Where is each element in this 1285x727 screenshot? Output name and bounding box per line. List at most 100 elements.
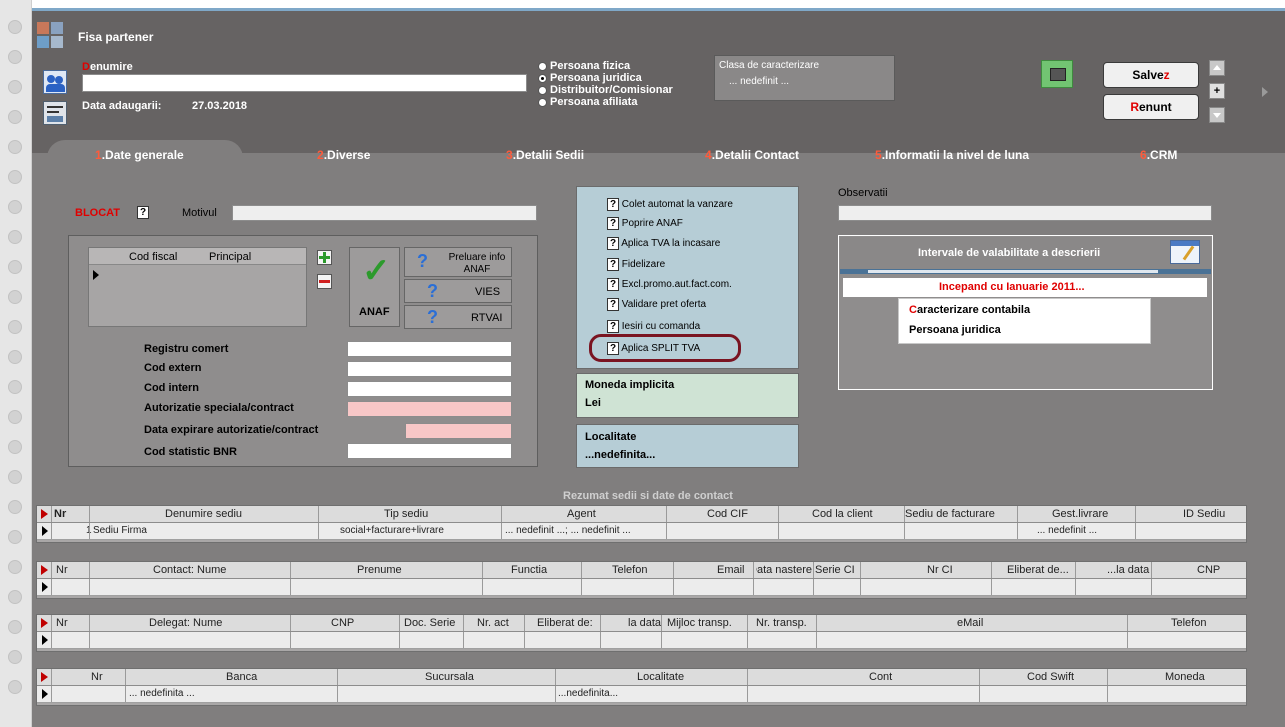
add-cod-fiscal-button[interactable] [317,250,332,265]
data-expirare-label: Data expirare autorizatie/contract [144,424,319,436]
binder-ring [8,380,22,394]
clasa-caracterizare-box[interactable]: Clasa de caracterizare ... nedefinit ... [714,55,895,101]
table-row[interactable]: ... nedefinita ... ...nedefinita... [37,686,1246,703]
radio-persoana-afiliata[interactable]: Persoana afiliata [538,96,673,108]
registru-comert-input[interactable] [347,341,512,357]
sedii-header: Nr Denumire sediu Tip sediu Agent Cod CI… [37,506,1246,523]
tab-detalii-sedii[interactable]: 3.Detalii Sedii [506,148,584,162]
scroll-up-button[interactable] [1209,60,1225,76]
contact-selector-icon[interactable] [41,565,48,575]
chevron-down-icon [1213,113,1221,118]
radio-persoana-juridica[interactable]: Persoana juridica [538,72,673,84]
moneda-label: Moneda implicita [585,379,675,391]
localitate-box[interactable]: Localitate ...nedefinita... [576,424,799,468]
preluare-info-anaf-button[interactable]: ? Preluare info ANAF [404,247,512,277]
vies-button[interactable]: ? VIES [404,279,512,303]
contact-grid[interactable]: Nr Contact: Nume Prenume Functia Telefon… [36,561,1247,599]
motivul-label: Motivul [182,207,217,219]
binder-ring [8,290,22,304]
delegat-header: Nr Delegat: Nume CNP Doc. Serie Nr. act … [37,615,1246,632]
scroll-down-button[interactable] [1209,107,1225,123]
row-pointer-icon [42,635,48,645]
folder-icon [1050,68,1066,81]
blocat-label: BLOCAT [75,207,121,219]
save-button[interactable]: Salvez [1103,62,1199,88]
data-expirare-input[interactable] [405,423,512,439]
tab-crm[interactable]: 6.CRM [1140,148,1177,162]
calendar-edit-icon[interactable] [1170,240,1200,264]
tab-date-generale-label[interactable]: 1.Date generale [95,148,184,162]
contact-header: Nr Contact: Nume Prenume Functia Telefon… [37,562,1246,579]
banca-grid[interactable]: Nr Banca Sucursala Localitate Cont Cod S… [36,668,1247,706]
binder-ring [8,350,22,364]
registru-comert-label: Registru comert [144,343,229,355]
option-tva-incasare[interactable]: ? Aplica TVA la incasare [607,237,720,250]
motivul-input[interactable] [232,205,537,221]
clasa-value: ... nedefinit ... [729,76,790,87]
option-poprire-anaf[interactable]: ? Poprire ANAF [607,217,683,230]
folder-button[interactable] [1041,60,1073,88]
denumire-input[interactable] [82,74,527,92]
address-card-icon[interactable] [43,101,67,125]
tab-diverse[interactable]: 2.Diverse [317,148,370,162]
binder-ring [8,320,22,334]
preluare-info-label: Preluare info ANAF [448,252,506,275]
binder-ring [8,170,22,184]
binder-ring [8,230,22,244]
partners-icon[interactable] [43,70,67,94]
anaf-button[interactable]: ✓ ANAF [349,247,400,327]
banca-selector-icon[interactable] [41,672,48,682]
binder-ring [8,530,22,544]
option-colet-automat[interactable]: ? Colet automat la vanzare [607,198,733,211]
blocat-help-button[interactable]: ? [137,206,149,219]
remove-cod-fiscal-button[interactable] [317,274,332,289]
cod-fiscal-header: Cod fiscal [129,251,178,263]
rtvai-button[interactable]: ? RTVAI [404,305,512,329]
binder-ring [8,50,22,64]
cod-statistic-label: Cod statistic BNR [144,446,237,458]
table-row[interactable]: 1 Sediu Firma social+facturare+livrare .… [37,523,1246,540]
intervale-detail-box[interactable]: Caracterizare contabila Persoana juridic… [898,298,1151,344]
intervale-period: Incepand cu Ianuarie 2011... [939,281,1085,293]
add-button[interactable]: + [1209,83,1225,99]
table-row[interactable] [37,632,1246,649]
tab-informatii-luna[interactable]: 5.Informatii la nivel de luna [875,148,1029,162]
question-icon: ? [427,281,438,301]
option-validare-pret[interactable]: ? Validare pret oferta [607,298,706,311]
observatii-input[interactable] [838,205,1212,221]
moneda-box[interactable]: Moneda implicita Lei [576,373,799,418]
autorizatie-input[interactable] [347,401,512,417]
binder-ring [8,110,22,124]
intervale-period-row[interactable]: Incepand cu Ianuarie 2011... [843,278,1207,297]
radio-persoana-fizica[interactable]: Persoana fizica [538,60,673,72]
intervale-scroll-track[interactable] [840,269,1211,274]
split-tva-highlight [589,334,741,362]
cod-fiscal-grid[interactable]: Cod fiscal Principal [88,247,307,327]
checkmark-icon: ✓ [362,252,391,290]
clasa-label: Clasa de caracterizare [719,60,820,71]
table-row[interactable] [37,579,1246,596]
observatii-label: Observatii [838,187,888,199]
row-pointer-icon [42,582,48,592]
radio-distribuitor[interactable]: Distribuitor/Comisionar [538,84,673,96]
next-arrow-icon[interactable] [1262,87,1268,97]
option-iesiri-comanda[interactable]: ? Iesiri cu comanda [607,320,700,333]
cod-statistic-input[interactable] [347,443,512,459]
delegat-grid[interactable]: Nr Delegat: Nume CNP Doc. Serie Nr. act … [36,614,1247,652]
sedii-selector-icon[interactable] [41,509,48,519]
binder-ring [8,590,22,604]
binder-ring [8,680,22,694]
cod-intern-input[interactable] [347,381,512,397]
caracterizare-contabila: Caracterizare contabila [909,304,1031,316]
question-icon: ? [417,251,428,271]
option-excl-promo[interactable]: ? Excl.promo.aut.fact.com. [607,278,732,291]
delegat-selector-icon[interactable] [41,618,48,628]
cod-extern-input[interactable] [347,361,512,377]
option-fidelizare[interactable]: ? Fidelizare [607,258,665,271]
moneda-value: Lei [585,397,601,409]
tab-detalii-contact[interactable]: 4.Detalii Contact [705,148,799,162]
cancel-button[interactable]: Renunt [1103,94,1199,120]
sedii-grid[interactable]: Nr Denumire sediu Tip sediu Agent Cod CI… [36,505,1247,543]
intervale-title: Intervale de valabilitate a descrierii [918,247,1101,259]
vies-label: VIES [475,286,501,298]
